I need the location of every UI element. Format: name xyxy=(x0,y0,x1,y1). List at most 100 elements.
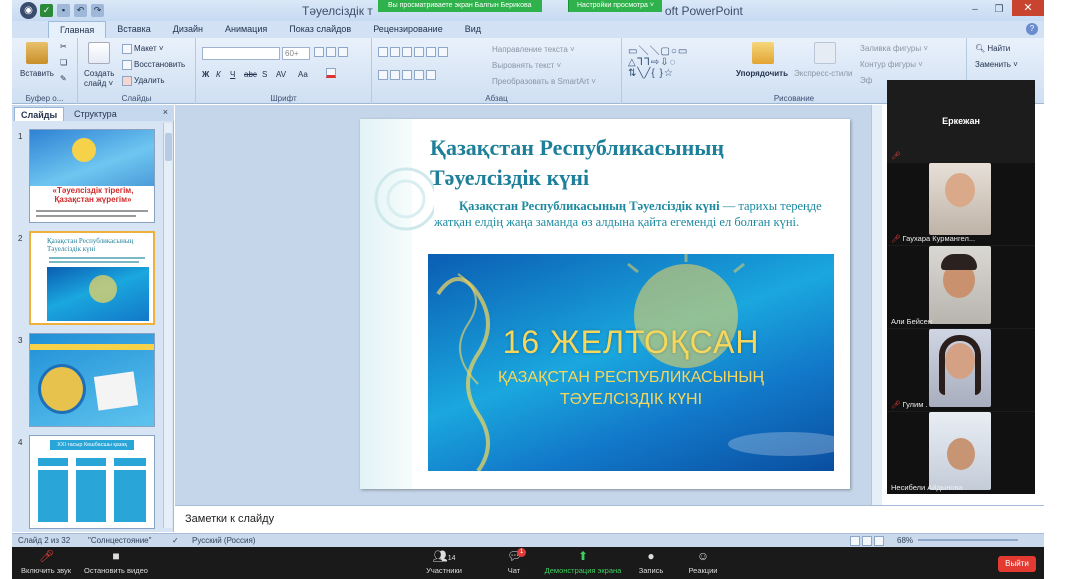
tab-outline[interactable]: Структура xyxy=(68,107,123,121)
arrange-button[interactable]: Упорядочить xyxy=(736,69,788,78)
slide-thumbnail-3[interactable] xyxy=(29,333,155,427)
tab-review[interactable]: Рецензирование xyxy=(362,21,454,38)
reset-button[interactable]: Восстановить xyxy=(122,60,185,70)
slide-title[interactable]: Қазақстан Республикасының Тәуелсіздік кү… xyxy=(430,133,830,193)
zoom-slider[interactable] xyxy=(918,539,1018,541)
video-tile[interactable]: Али Бейсен xyxy=(887,246,1035,328)
maximize-button[interactable]: ❐ xyxy=(988,3,1010,16)
panel-scrollbar-thumb[interactable] xyxy=(165,133,172,161)
shape-fill-button[interactable]: Заливка фигуры ˅ xyxy=(860,44,928,53)
slide-body-text[interactable]: Қазақстан Республикасының Тәуелсіздік кү… xyxy=(434,198,830,230)
copy-icon[interactable]: ❏ xyxy=(60,58,67,67)
arrange-icon[interactable] xyxy=(752,42,774,64)
font-size-field[interactable]: 60+ xyxy=(282,47,310,60)
cut-icon[interactable]: ✂ xyxy=(60,42,67,51)
new-slide-dropdown[interactable]: слайд ˅ xyxy=(84,79,113,88)
record-button[interactable]: ● Запись xyxy=(636,550,666,576)
share-screen-button[interactable]: ⬆ Демонстрация экрана xyxy=(540,550,626,576)
tab-design[interactable]: Дизайн xyxy=(162,21,214,38)
new-slide-button[interactable]: Создать xyxy=(84,69,114,78)
quick-styles-button[interactable]: Экспресс-стили xyxy=(794,69,853,78)
video-tile-host[interactable]: Еркежан 🎤︎ xyxy=(887,80,1035,162)
video-tile[interactable]: 🎤︎ Гулим . xyxy=(887,329,1035,411)
muted-icon: 🎤︎ xyxy=(891,234,901,243)
participant-name: Али Бейсен xyxy=(891,317,932,326)
thumb-number: 1 xyxy=(18,132,23,141)
tab-animation[interactable]: Анимация xyxy=(214,21,278,38)
strike-button[interactable]: abc xyxy=(244,70,257,79)
muted-icon: 🎤︎ xyxy=(891,400,901,409)
delete-button[interactable]: Удалить xyxy=(122,76,165,86)
unmute-button[interactable]: 🎤︎ Включить звук xyxy=(20,550,72,576)
align-text-button[interactable]: Выровнять текст ˅ xyxy=(492,61,561,70)
shadow-button[interactable]: S xyxy=(262,70,267,79)
close-button[interactable]: ✕ xyxy=(1012,0,1044,16)
record-label: Запись xyxy=(638,566,664,575)
undo-icon[interactable]: ↶ xyxy=(74,4,87,17)
participants-button[interactable]: 👥︎14 Участники xyxy=(422,550,466,576)
slide-thumbnail-1[interactable]: «Тәуелсіздік тірегім, Қазақстан жүрегім» xyxy=(29,129,155,223)
tab-slideshow[interactable]: Показ слайдов xyxy=(278,21,362,38)
image-line-1: ҚАЗАҚСТАН РЕСПУБЛИКАСЫНЫҢ xyxy=(497,369,765,386)
italic-button[interactable]: К xyxy=(216,70,221,79)
language-indicator[interactable]: Русский (Россия) xyxy=(192,536,255,545)
tab-view[interactable]: Вид xyxy=(454,21,492,38)
notes-pane[interactable]: Заметки к слайду xyxy=(175,505,1044,532)
font-color-icon[interactable] xyxy=(326,68,338,78)
reset-icon xyxy=(122,60,132,70)
stop-video-button[interactable]: ■ Остановить видео xyxy=(80,550,152,576)
help-icon[interactable]: ? xyxy=(1026,23,1038,35)
spacing-button[interactable]: AV xyxy=(276,70,286,79)
redo-icon[interactable]: ↷ xyxy=(91,4,104,17)
shapes-gallery[interactable]: ▭＼＼▢○▭ △ᒣᒣ⇨⇩◌ ⇅╲╱{ }☆ xyxy=(628,42,688,79)
quick-styles-icon[interactable] xyxy=(814,42,836,64)
chat-button[interactable]: 💬︎ 1 Чат xyxy=(502,548,526,575)
panel-scrollbar[interactable] xyxy=(163,123,172,528)
underline-button[interactable]: Ч xyxy=(230,70,235,79)
office-button[interactable]: ◉ xyxy=(20,2,37,19)
case-button[interactable]: Aa xyxy=(298,70,308,79)
new-slide-icon[interactable] xyxy=(88,42,110,64)
align-buttons[interactable] xyxy=(378,70,438,80)
paste-button[interactable]: Вставить xyxy=(20,69,54,78)
participant-hair xyxy=(941,254,977,270)
bold-button[interactable]: Ж xyxy=(202,70,209,79)
shape-outline-button[interactable]: Контур фигуры ˅ xyxy=(860,60,923,69)
view-buttons[interactable] xyxy=(850,536,886,546)
tab-home[interactable]: Главная xyxy=(48,21,107,38)
list-buttons[interactable] xyxy=(378,47,450,57)
tab-slides[interactable]: Слайды xyxy=(14,107,65,121)
layout-button[interactable]: Макет ˅ xyxy=(122,44,164,54)
leave-button[interactable]: Выйти xyxy=(998,556,1036,572)
view-options-button[interactable]: Настройки просмотра ˅ xyxy=(568,0,662,12)
meeting-controls: 🎤︎ Включить звук ■ Остановить видео 👥︎14 Уч… xyxy=(12,547,1044,579)
independence-day-image[interactable]: 16 ЖЕЛТОҚСАН ҚАЗАҚСТАН РЕСПУБЛИКАСЫНЫҢ Т… xyxy=(428,254,834,471)
quick-access-toolbar: ✓ ▪ ↶ ↷ xyxy=(40,4,104,18)
find-button[interactable]: 🔍︎ Найти xyxy=(975,44,1010,53)
current-slide[interactable]: Қазақстан Республикасының Тәуелсіздік кү… xyxy=(360,119,850,489)
replace-button[interactable]: Заменить ˅ xyxy=(975,60,1018,69)
unmute-label: Включить звук xyxy=(20,566,72,575)
slide-thumbnail-2[interactable]: Қазақстан Республикасының Тәуелсіздік кү… xyxy=(29,231,155,325)
reactions-button[interactable]: ☺ Реакции xyxy=(686,550,720,576)
paste-icon[interactable] xyxy=(26,42,48,64)
smartart-button[interactable]: Преобразовать в SmartArt ˅ xyxy=(492,77,596,86)
save-icon[interactable]: ▪ xyxy=(57,4,70,17)
minimize-button[interactable]: – xyxy=(964,3,986,16)
text-direction-button[interactable]: Направление текста ˅ xyxy=(492,45,575,54)
editor-scrollbar[interactable] xyxy=(871,105,882,505)
spellcheck-icon[interactable]: ✓ xyxy=(172,536,179,545)
tab-insert[interactable]: Вставка xyxy=(106,21,161,38)
participant-hair xyxy=(939,335,981,395)
video-tile[interactable]: Несибели Айдынова xyxy=(887,412,1035,494)
font-name-field[interactable] xyxy=(202,47,280,60)
format-painter-icon[interactable]: ✎ xyxy=(60,74,67,83)
host-name: Еркежан xyxy=(942,116,980,126)
shape-effects-button[interactable]: Эф xyxy=(860,76,872,85)
zoom-level[interactable]: 68% xyxy=(897,536,913,545)
slide-thumbnail-4[interactable]: XXI ғасыр Көшбасшы қазақ xyxy=(29,435,155,529)
panel-close-icon[interactable]: × xyxy=(163,107,168,117)
video-tile[interactable]: 🎤︎ Гаухара Курмангел... xyxy=(887,163,1035,245)
thumb-number: 3 xyxy=(18,336,23,345)
grow-font-icon[interactable] xyxy=(314,47,350,57)
